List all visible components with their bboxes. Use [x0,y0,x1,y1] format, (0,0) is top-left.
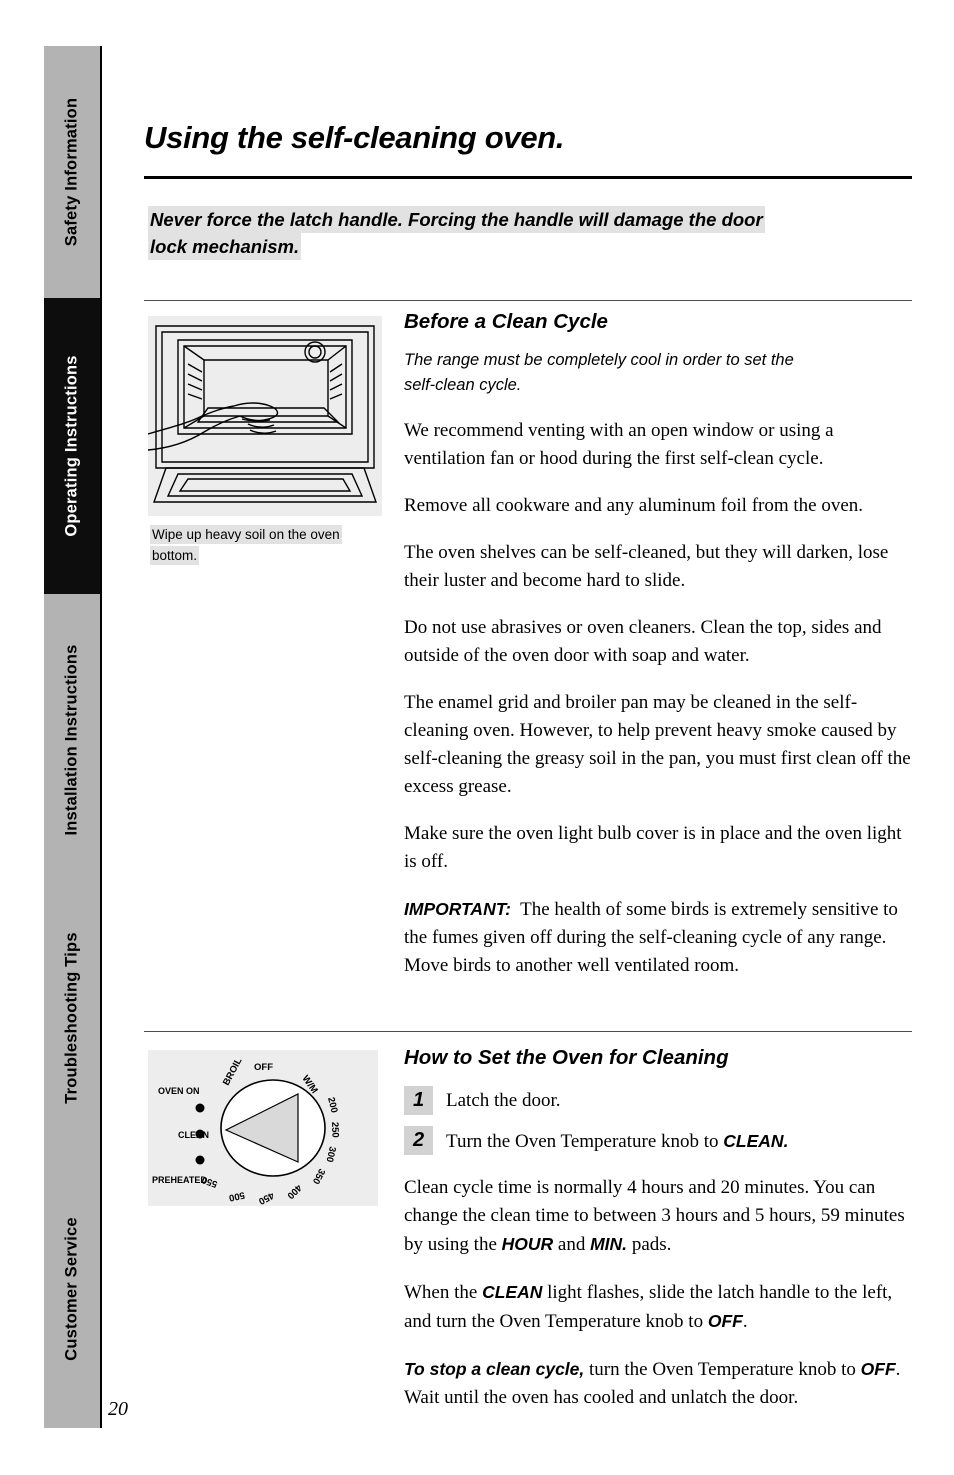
paragraph-oven-shelves: The oven shelves can be self-cleaned, bu… [404,542,889,591]
intro-line-1: The range must be completely cool in ord… [404,351,794,369]
paragraph-venting: We recommend venting with an open window… [404,420,834,469]
knob-drawing-svg: OVEN ON CLEAN PREHEATED OFF BROIL W/M 20… [152,1056,341,1206]
clean-time-and: and [553,1234,591,1255]
before-clean-intro: The range must be completely cool in ord… [404,348,912,398]
knob-label-350: 350 [310,1167,327,1186]
sidebar-item-troubleshooting-tips[interactable]: Troubleshooting Tips [44,886,102,1150]
sidebar-tabs: Safety Information Operating Instruction… [44,46,102,1428]
section-divider-bottom [144,1031,912,1032]
caption-line-1: Wipe up heavy soil on the oven [150,525,342,544]
caption-line-2: bottom. [150,546,200,565]
oven-temperature-knob-illustration: OVEN ON CLEAN PREHEATED OFF BROIL W/M 20… [148,1050,378,1206]
flash-lead: When the [404,1282,483,1303]
knob-label-clean: CLEAN [178,1130,209,1140]
knob-label-200: 200 [325,1096,340,1114]
intro-line-2: self-clean cycle. [404,376,522,394]
paragraph-important-birds: IMPORTANT: The health of some birds is e… [404,895,912,980]
paragraph-broiler-pan: The enamel grid and broiler pan may be c… [404,692,911,797]
page-title: Using the self-cleaning oven. [144,120,565,155]
paragraph-clean-cycle-time: Clean cycle time is normally 4 hours and… [404,1174,912,1259]
section-divider-top [144,300,912,301]
page-content: Using the self-cleaning oven. Never forc… [144,0,914,1475]
sidebar-item-installation-instructions[interactable]: Installation Instructions [44,594,102,886]
how-to-set-oven-section: How to Set the Oven for Cleaning 1 Latch… [404,1046,912,1431]
sidebar-item-safety-information[interactable]: Safety Information [44,46,102,298]
paragraph-light-bulb-cover: Make sure the oven light bulb cover is i… [404,823,902,872]
knob-label-500: 500 [228,1189,246,1203]
knob-label-300: 300 [324,1145,338,1163]
knob-label-preheated: PREHEATED [152,1175,207,1185]
warning-line-1: Never force the latch handle. Forcing th… [148,206,765,233]
section-heading-how-to-set: How to Set the Oven for Cleaning [404,1046,729,1069]
flash-tail: . [742,1311,748,1332]
oven-illustration-caption: Wipe up heavy soil on the oven bottom. [150,524,350,566]
knob-label-450: 450 [257,1189,276,1206]
warning-callout: Never force the latch handle. Forcing th… [148,206,894,260]
knob-label-off: OFF [254,1062,273,1073]
step-number: 1 [404,1086,433,1115]
step-text-emphasis: CLEAN. [723,1131,789,1151]
step-text: Latch the door. [446,1090,561,1111]
warning-line-2: lock mechanism. [148,233,302,260]
step-1: 1 Latch the door. [404,1084,912,1118]
sidebar-item-label: Safety Information [62,97,81,247]
sidebar-item-label: Troubleshooting Tips [62,932,81,1104]
knob-label-400: 400 [285,1182,304,1201]
oven-illustration [148,316,382,516]
sidebar-item-customer-service[interactable]: Customer Service [44,1150,102,1428]
stop-cycle-lead: turn the Oven Temperature knob to [584,1359,861,1380]
hour-pad-label: HOUR [501,1234,554,1254]
paragraph-clean-light-flashes: When the CLEAN light flashes, slide the … [404,1278,912,1336]
clean-light-label: CLEAN [482,1282,543,1302]
min-pad-label: MIN. [590,1234,628,1254]
step-2: 2 Turn the Oven Temperature knob to CLEA… [404,1124,912,1158]
step-text: Turn the Oven Temperature knob to CLEAN. [446,1124,912,1156]
off-label: OFF [707,1311,743,1331]
paragraph-no-abrasives: Do not use abrasives or oven cleaners. C… [404,617,882,666]
off-label-2: OFF [860,1359,896,1379]
paragraph-stop-clean-cycle: To stop a clean cycle, turn the Oven Tem… [404,1355,912,1412]
clean-time-tail: pads. [627,1234,672,1255]
title-divider [144,176,912,179]
oven-drawing-svg [148,325,377,503]
step-number: 2 [404,1126,433,1155]
knob-label-broil: BROIL [221,1056,245,1087]
stop-cycle-label: To stop a clean cycle, [404,1359,585,1379]
section-heading-before-clean-cycle: Before a Clean Cycle [404,310,608,333]
important-label: IMPORTANT: [404,899,511,919]
sidebar-item-label: Customer Service [62,1217,81,1361]
paragraph-remove-cookware: Remove all cookware and any aluminum foi… [404,495,864,516]
knob-label-250: 250 [329,1122,341,1138]
sidebar-item-operating-instructions[interactable]: Operating Instructions [44,298,102,594]
page-number: 20 [108,1398,128,1420]
knob-label-oven-on: OVEN ON [158,1086,200,1096]
sidebar-item-label: Installation Instructions [62,644,81,836]
step-text-lead: Turn the Oven Temperature knob to [446,1131,724,1152]
before-clean-cycle-section: Before a Clean Cycle The range must be c… [404,310,912,999]
sidebar-item-label: Operating Instructions [62,355,81,537]
